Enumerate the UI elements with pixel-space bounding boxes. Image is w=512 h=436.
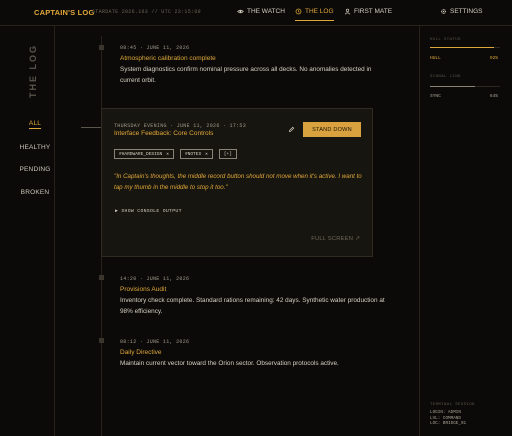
timeline-dot <box>99 45 104 50</box>
pencil-icon[interactable] <box>288 126 295 133</box>
entry-body: System diagnostics confirm nominal press… <box>120 66 372 84</box>
scroll-icon <box>295 8 302 15</box>
eye-icon <box>237 9 244 14</box>
card-date: THURSDAY EVENING · JUNE 11, 2026 · 17:53 <box>114 123 247 129</box>
filter-healthy[interactable]: HEALTHY <box>0 144 70 151</box>
log-entry[interactable]: 14:20 · JUNE 11, 2026 Provisions Audit I… <box>120 276 385 317</box>
sync-row: SYNC 64% <box>430 94 498 99</box>
settings-label: SETTINGS <box>450 8 483 15</box>
card-quote: "In Captain's thoughts, the middle recor… <box>114 173 362 191</box>
log-entry[interactable]: 08:12 · JUNE 11, 2026 Daily Directive Ma… <box>120 339 385 370</box>
nav-the-log[interactable]: THE LOG <box>295 8 334 21</box>
hull-value: 92% <box>489 56 498 61</box>
tag-label: #HARDWARE_DESIGN <box>119 151 163 157</box>
tag-list: #HARDWARE_DESIGN ✕ #NOTES ✕ [+] <box>114 149 237 159</box>
nav-label: FIRST MATE <box>354 8 393 15</box>
close-icon[interactable]: ✕ <box>205 152 208 157</box>
hull-label: HULL <box>430 56 441 61</box>
filter-pending[interactable]: PENDING <box>0 166 70 173</box>
signal-section-label: SIGNAL LINK <box>430 75 461 79</box>
card-title: Interface Feedback: Core Controls <box>114 130 214 137</box>
add-tag-button[interactable]: [+] <box>218 149 237 159</box>
sync-label: SYNC <box>430 94 441 99</box>
sidebar: THE LOG ALL HEALTHY PENDING BROKEN <box>0 26 55 436</box>
entry-date: 14:20 · JUNE 11, 2026 <box>120 276 190 282</box>
terminal-line: LOC: BRIDGE_01 <box>430 421 467 426</box>
entry-date: 08:45 · JUNE 11, 2026 <box>120 45 190 51</box>
terminal-section-label: TERMINAL SESSION <box>430 403 475 407</box>
sidebar-title: THE LOG <box>28 44 38 98</box>
entry-title: Daily Directive <box>120 349 162 356</box>
show-console-toggle[interactable]: ▶ SHOW CONSOLE OUTPUT <box>115 209 182 214</box>
top-bar: CAPTAIN'S LOG STARDATE 2026.163 // UTC 2… <box>0 0 512 26</box>
entry-title: Atmospheric calibration complete <box>120 55 216 62</box>
sync-value: 64% <box>489 94 498 99</box>
hull-section-label: HULL STATUS <box>430 38 461 42</box>
status-panel: HULL STATUS HULL 92% SIGNAL LINK SYNC 64… <box>419 26 512 436</box>
hull-row: HULL 92% <box>430 56 498 61</box>
entry-title: Provisions Audit <box>120 286 167 293</box>
filter-all[interactable]: ALL <box>0 120 70 129</box>
filter-broken[interactable]: BROKEN <box>0 189 70 196</box>
timeline-dot <box>99 338 104 343</box>
stardate-readout: STARDATE 2026.163 // UTC 23:15:09 <box>92 9 201 15</box>
close-icon[interactable]: ✕ <box>166 152 169 157</box>
expanded-log-card: THURSDAY EVENING · JUNE 11, 2026 · 17:53… <box>101 108 373 257</box>
terminal-info: LOGIN: ADMIN LVL: COMMAND LOC: BRIDGE_01 <box>430 410 466 427</box>
settings-button[interactable]: SETTINGS <box>440 8 483 15</box>
filter-all-label: ALL <box>28 120 42 129</box>
timeline-dot <box>99 275 104 280</box>
log-entry[interactable]: 08:45 · JUNE 11, 2026 Atmospheric calibr… <box>120 45 385 86</box>
person-icon <box>344 8 351 15</box>
entry-date: 08:12 · JUNE 11, 2026 <box>120 339 190 345</box>
nav-first-mate[interactable]: FIRST MATE <box>344 8 392 15</box>
entry-body: Maintain current vector toward the Orion… <box>120 360 339 367</box>
nav-label: THE LOG <box>305 8 334 15</box>
tag-chip[interactable]: #NOTES ✕ <box>179 149 213 159</box>
tag-label: #NOTES <box>184 151 202 157</box>
card-connector <box>81 127 101 128</box>
hull-bar <box>430 47 500 48</box>
entry-body: Inventory check complete. Standard ratio… <box>120 297 385 315</box>
sync-bar-fill <box>430 86 475 87</box>
full-screen-button[interactable]: FULL SCREEN ↗ <box>311 236 360 242</box>
sync-bar <box>430 86 500 87</box>
hull-bar-fill <box>430 47 495 48</box>
terminal-line: LOGIN: ADMIN <box>430 410 461 415</box>
brand-logo[interactable]: CAPTAIN'S LOG <box>34 8 95 17</box>
stand-down-button[interactable]: STAND DOWN <box>303 122 361 137</box>
gear-icon <box>441 9 446 14</box>
nav-label: THE WATCH <box>247 8 285 15</box>
tag-chip[interactable]: #HARDWARE_DESIGN ✕ <box>114 149 174 159</box>
nav-the-watch[interactable]: THE WATCH <box>237 8 285 15</box>
